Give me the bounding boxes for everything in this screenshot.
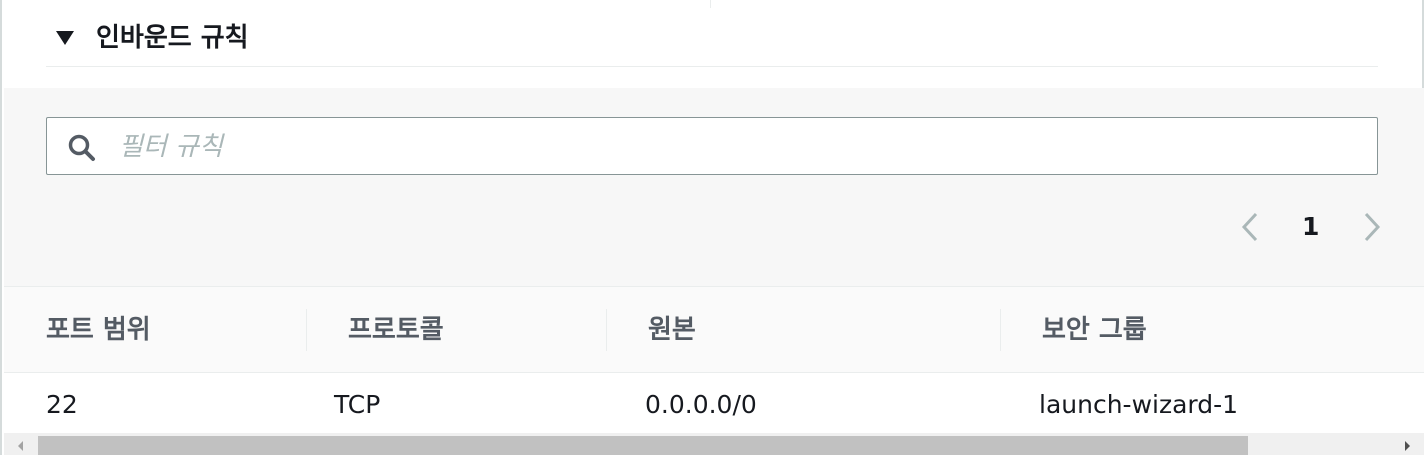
- inbound-rules-panel: 인바운드 규칙 1 포트 범위 프로토콜 원본 보안 그룹 22: [0, 0, 1424, 455]
- column-header-protocol[interactable]: 프로토콜: [348, 311, 444, 349]
- column-header-security-group[interactable]: 보안 그룹: [1042, 311, 1147, 349]
- chevron-right-icon[interactable]: [1360, 210, 1384, 244]
- column-resizer[interactable]: [1000, 309, 1001, 351]
- cell-protocol: TCP: [334, 390, 381, 419]
- search-input[interactable]: [117, 126, 1361, 168]
- scroll-left-arrow-icon[interactable]: [18, 441, 23, 451]
- column-resizer[interactable]: [306, 309, 307, 351]
- column-header-port-range[interactable]: 포트 범위: [46, 311, 151, 349]
- scrollbar-thumb[interactable]: [38, 436, 1248, 455]
- page-number[interactable]: 1: [1302, 210, 1319, 244]
- cell-security-group: launch-wizard-1: [1039, 390, 1239, 419]
- pagination: 1: [1234, 206, 1394, 246]
- horizontal-scrollbar[interactable]: [4, 433, 1424, 455]
- cell-source: 0.0.0.0/0: [645, 390, 757, 419]
- section-header[interactable]: 인바운드 규칙: [46, 0, 1378, 67]
- scroll-right-arrow-icon[interactable]: [1405, 441, 1410, 451]
- section-title[interactable]: 인바운드 규칙: [96, 20, 249, 56]
- search-box[interactable]: [46, 117, 1378, 175]
- filter-area: 1: [4, 88, 1424, 287]
- table-header: 포트 범위 프로토콜 원본 보안 그룹: [4, 287, 1424, 373]
- table-row: 22 TCP 0.0.0.0/0 launch-wizard-1: [4, 373, 1424, 433]
- column-resizer[interactable]: [606, 309, 607, 351]
- chevron-left-icon[interactable]: [1238, 210, 1262, 244]
- column-header-source[interactable]: 원본: [648, 311, 696, 349]
- caret-down-icon[interactable]: [56, 31, 74, 45]
- cell-port-range: 22: [46, 390, 78, 419]
- search-icon: [68, 134, 95, 161]
